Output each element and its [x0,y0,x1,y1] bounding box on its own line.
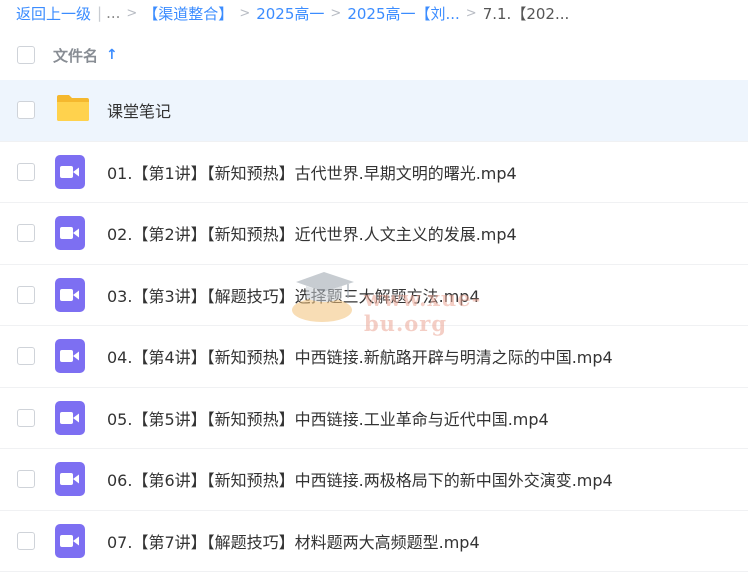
name-column-label: 文件名 [53,45,98,66]
breadcrumb-item[interactable]: 2025高一【刘... [347,3,459,24]
file-name[interactable]: 03.【第3讲】【解题技巧】选择题三大解题方法.mp4 [107,283,480,307]
video-file-icon [55,216,85,250]
breadcrumb: 返回上一级 | ... > 【渠道整合】 > 2025高一 > 2025高一【刘… [0,0,748,26]
file-name[interactable]: 01.【第1讲】【新知预热】古代世界.早期文明的曙光.mp4 [107,160,517,184]
file-list-header: 文件名 ↑ [0,30,748,81]
file-row[interactable]: 03.【第3讲】【解题技巧】选择题三大解题方法.mp4 [0,265,748,327]
breadcrumb-item[interactable]: 2025高一 [256,3,324,24]
row-checkbox[interactable] [17,224,35,242]
breadcrumb-separator: > [330,6,341,21]
row-checkbox[interactable] [17,347,35,365]
row-checkbox[interactable] [17,163,35,181]
back-link[interactable]: 返回上一级 [16,3,91,24]
file-row[interactable]: 02.【第2讲】【新知预热】近代世界.人文主义的发展.mp4 [0,203,748,265]
video-file-icon [55,339,85,373]
breadcrumb-separator: > [466,6,477,21]
folder-icon [55,93,91,127]
file-name[interactable]: 06.【第6讲】【新知预热】中西链接.两极格局下的新中国外交演变.mp4 [107,467,613,491]
name-column-header[interactable]: 文件名 ↑ [53,45,118,66]
file-row[interactable]: 01.【第1讲】【新知预热】古代世界.早期文明的曙光.mp4 [0,142,748,204]
file-list: 课堂笔记 01.【第1讲】【新知预热】古代世界.早期文明的曙光.mp4 02.【… [0,80,748,572]
video-file-icon [55,278,85,312]
file-name[interactable]: 04.【第4讲】【新知预热】中西链接.新航路开辟与明清之际的中国.mp4 [107,344,613,368]
file-row[interactable]: 07.【第7讲】【解题技巧】材料题两大高频题型.mp4 [0,511,748,572]
video-file-icon [55,524,85,558]
video-file-icon [55,462,85,496]
breadcrumb-separator: > [239,6,250,21]
row-checkbox[interactable] [17,470,35,488]
row-checkbox[interactable] [17,286,35,304]
folder-row[interactable]: 课堂笔记 [0,80,748,142]
row-checkbox[interactable] [17,409,35,427]
file-name[interactable]: 07.【第7讲】【解题技巧】材料题两大高频题型.mp4 [107,529,480,553]
sort-ascending-icon[interactable]: ↑ [106,47,118,63]
select-all-checkbox[interactable] [17,46,35,64]
file-row[interactable]: 06.【第6讲】【新知预热】中西链接.两极格局下的新中国外交演变.mp4 [0,449,748,511]
file-row[interactable]: 05.【第5讲】【新知预热】中西链接.工业革命与近代中国.mp4 [0,388,748,450]
breadcrumb-current: 7.1.【202... [483,3,570,24]
file-name[interactable]: 05.【第5讲】【新知预热】中西链接.工业革命与近代中国.mp4 [107,406,549,430]
video-file-icon [55,401,85,435]
breadcrumb-item[interactable]: 【渠道整合】 [143,3,233,24]
file-name[interactable]: 课堂笔记 [107,98,171,122]
breadcrumb-divider: | [97,4,102,22]
file-name[interactable]: 02.【第2讲】【新知预热】近代世界.人文主义的发展.mp4 [107,221,517,245]
video-file-icon [55,155,85,189]
breadcrumb-ellipsis[interactable]: ... [106,4,120,22]
file-row[interactable]: 04.【第4讲】【新知预热】中西链接.新航路开辟与明清之际的中国.mp4 [0,326,748,388]
row-checkbox[interactable] [17,101,35,119]
breadcrumb-separator: > [126,6,137,21]
row-checkbox[interactable] [17,532,35,550]
